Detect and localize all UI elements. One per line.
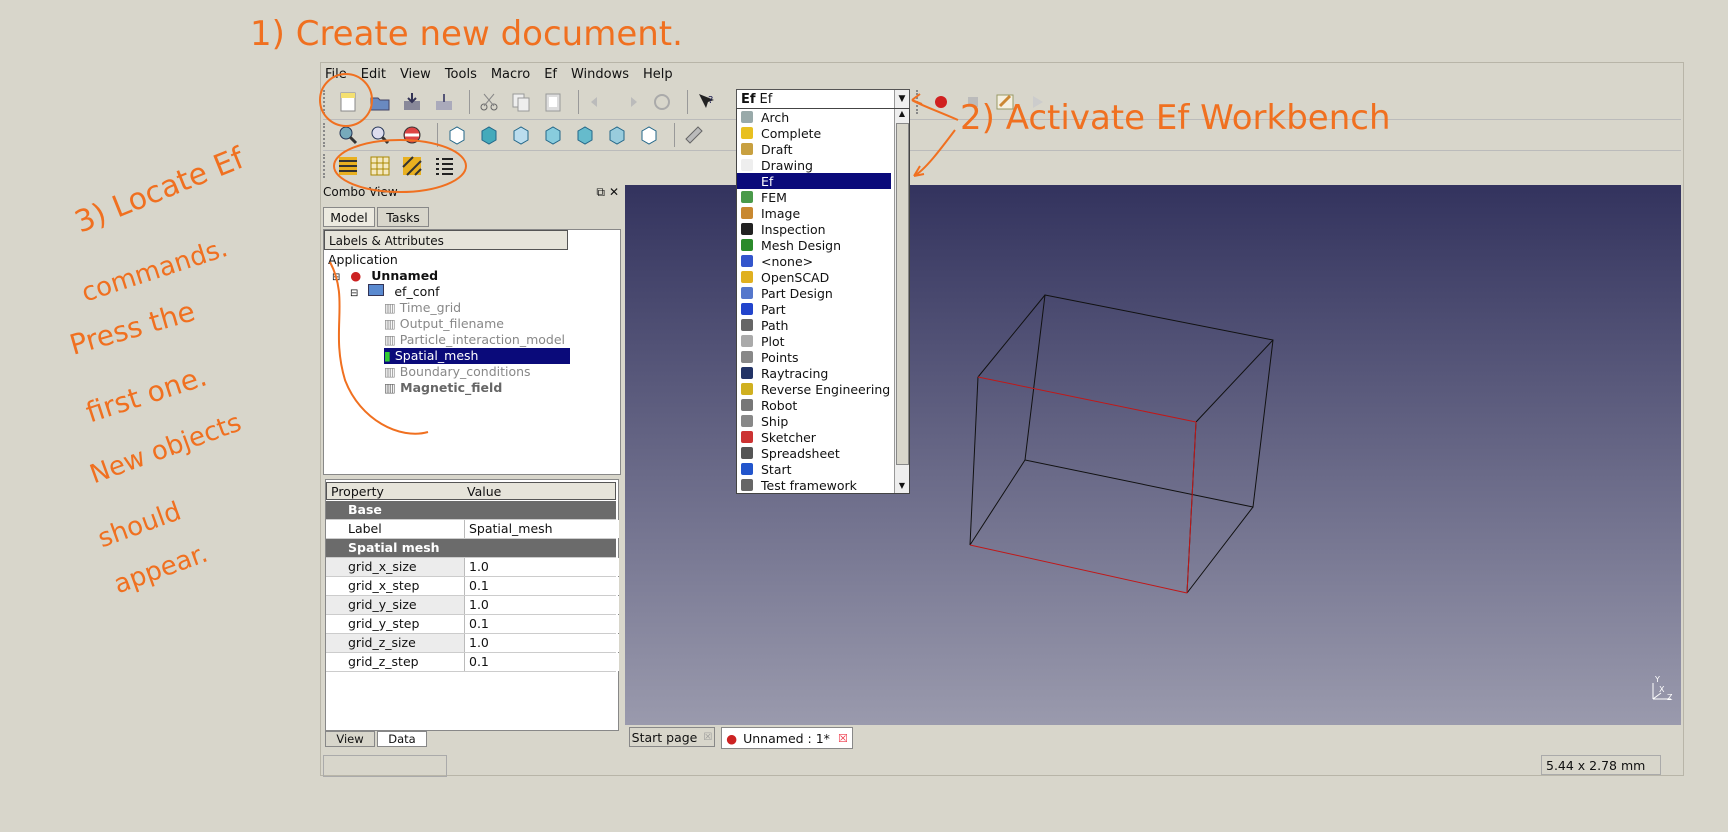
annotation-strokes	[319, 73, 959, 435]
